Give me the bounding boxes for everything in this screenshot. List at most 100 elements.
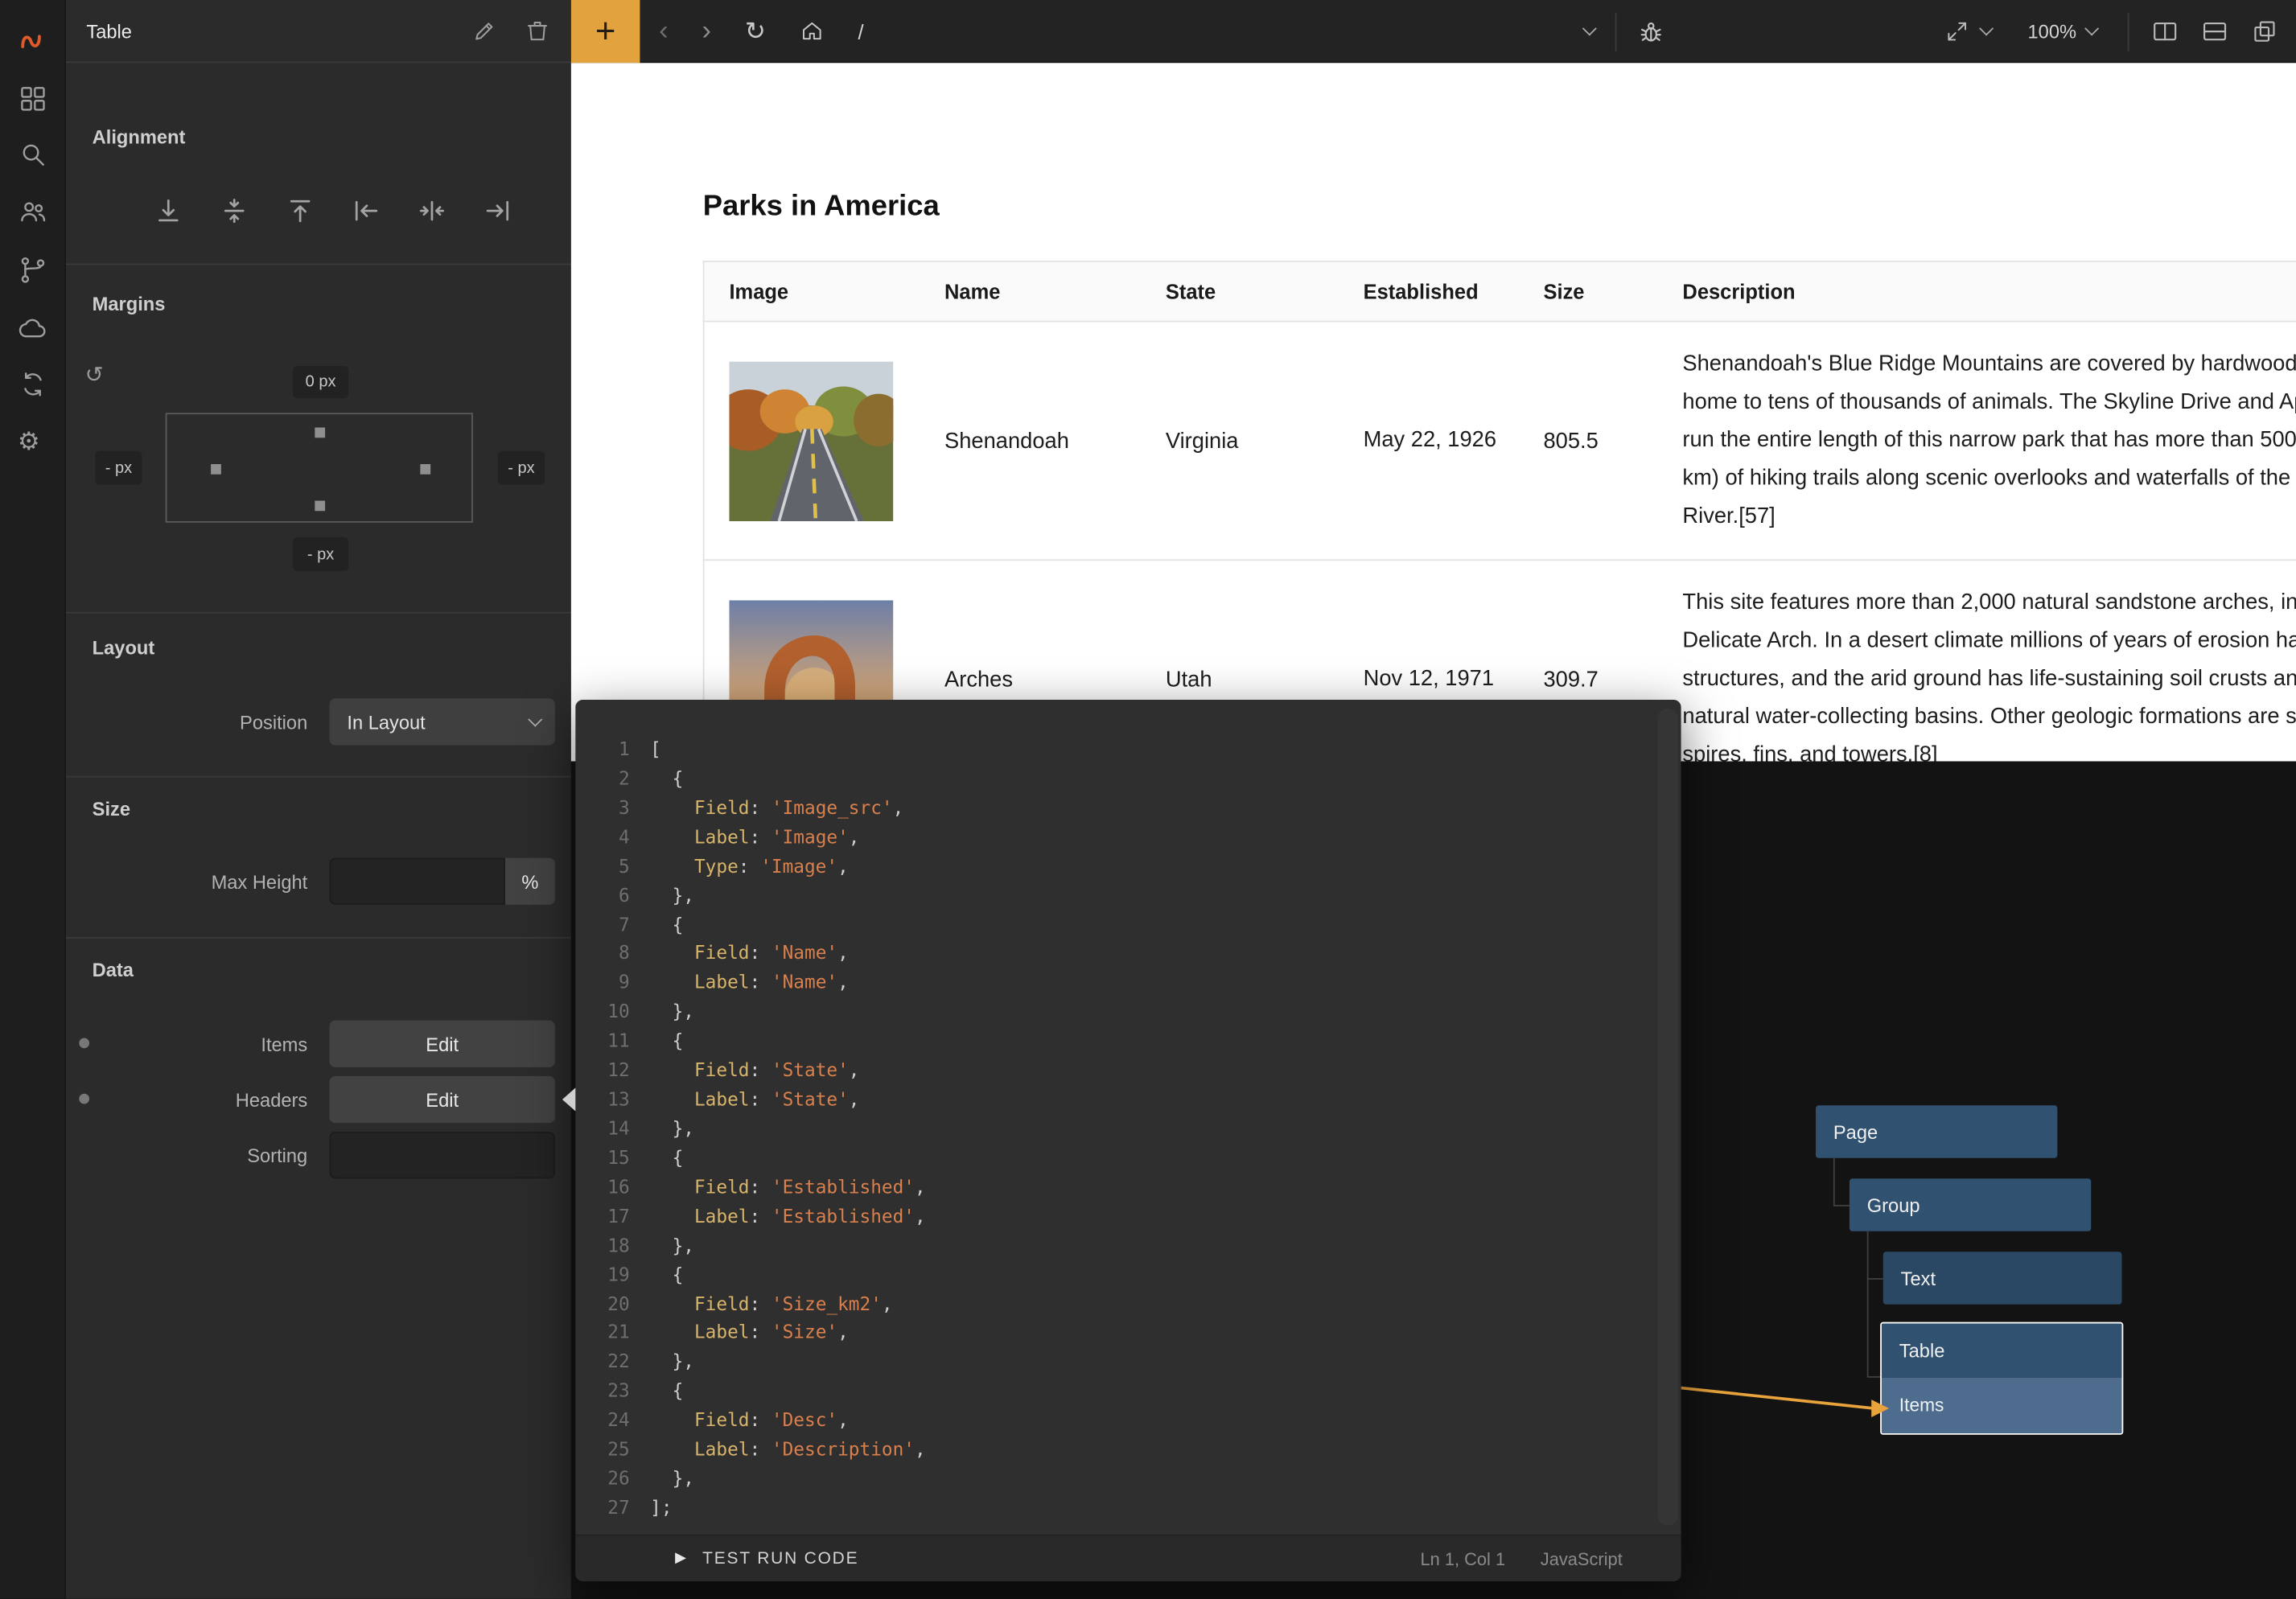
float-windows-icon[interactable] xyxy=(2251,18,2279,46)
rename-pencil-icon[interactable] xyxy=(471,18,498,44)
collaborators-icon[interactable] xyxy=(18,196,48,227)
popup-pointer xyxy=(562,1087,575,1111)
margin-right-value[interactable]: - px xyxy=(498,451,545,485)
description-line: km) of hiking trails along scenic overlo… xyxy=(1682,460,2296,498)
code-lines[interactable]: 1[2 {3 Field: 'Image_src',4 Label: 'Imag… xyxy=(575,700,1681,1535)
breadcrumb-path[interactable]: / xyxy=(858,20,863,43)
sorting-input[interactable] xyxy=(330,1132,555,1178)
description-line: Shenandoah's Blue Ridge Mountains are co… xyxy=(1682,346,2296,384)
section-divider xyxy=(66,937,571,939)
inspector-title: Table xyxy=(86,20,132,42)
page-title: Parks in America xyxy=(703,191,940,224)
viewport-size-button[interactable] xyxy=(1944,19,1991,44)
margin-handle-top[interactable] xyxy=(315,427,325,438)
delete-trash-icon[interactable] xyxy=(525,18,551,44)
max-height-input[interactable] xyxy=(330,858,505,905)
cell-description: Shenandoah's Blue Ridge Mountains are co… xyxy=(1657,346,2296,536)
align-bottom-icon[interactable] xyxy=(154,196,183,225)
node-page[interactable]: Page xyxy=(1816,1105,2057,1158)
settings-gear-icon[interactable]: ⚙ xyxy=(18,427,48,458)
cell-size: 805.5 xyxy=(1519,428,1658,453)
editor-footer: ▶ TEST RUN CODE Ln 1, Col 1 JavaScript xyxy=(575,1535,1681,1581)
icon-rail: ⚙ xyxy=(0,0,66,1599)
components-grid-icon[interactable] xyxy=(18,84,48,114)
chevron-down-icon xyxy=(1979,21,1994,35)
nav-forward-icon[interactable]: › xyxy=(702,15,711,47)
cell-established: Nov 12, 1971 xyxy=(1339,660,1519,698)
alignment-toolbar xyxy=(154,196,512,225)
refresh-icon[interactable]: ↻ xyxy=(745,17,766,46)
position-select[interactable]: In Layout xyxy=(330,698,555,745)
headers-connection-wire xyxy=(1681,1373,1898,1432)
cell-size: 309.7 xyxy=(1519,667,1658,692)
zoom-select[interactable]: 100% xyxy=(2028,20,2097,42)
layout-section-label: Layout xyxy=(93,637,155,659)
split-columns-icon[interactable] xyxy=(2151,18,2179,46)
sync-icon[interactable] xyxy=(18,369,48,400)
debug-bug-icon[interactable] xyxy=(1637,18,1665,46)
tree-connector xyxy=(1833,1158,1835,1205)
table-row: Shenandoah Virginia May 22, 1926 805.5 S… xyxy=(703,322,2296,561)
nav-back-icon[interactable]: ‹ xyxy=(659,15,669,47)
margin-bottom-value[interactable]: - px xyxy=(293,537,348,571)
parks-table[interactable]: Image Name State Established Size Descri… xyxy=(703,261,2296,762)
description-line: structures, and the arid ground has life… xyxy=(1682,660,2296,698)
section-divider xyxy=(66,612,571,614)
headers-label: Headers xyxy=(66,1088,307,1110)
max-height-unit-toggle[interactable]: % xyxy=(505,858,555,905)
page-chevron-down-icon[interactable] xyxy=(1582,21,1597,35)
cell-state: Utah xyxy=(1141,667,1339,692)
align-left-icon[interactable] xyxy=(352,196,381,225)
margin-left-value[interactable]: - px xyxy=(95,451,142,485)
test-run-code-button[interactable]: ▶ TEST RUN CODE xyxy=(675,1550,858,1568)
description-line: River.[57] xyxy=(1682,498,2296,536)
play-icon: ▶ xyxy=(675,1551,688,1567)
node-table-selected[interactable]: Table Items xyxy=(1880,1322,2123,1435)
items-label: Items xyxy=(66,1033,307,1054)
search-icon[interactable] xyxy=(18,139,48,170)
section-divider xyxy=(66,776,571,778)
tree-connector xyxy=(1867,1278,1883,1280)
app-logo-icon[interactable] xyxy=(18,25,48,55)
align-center-icon[interactable] xyxy=(418,196,446,225)
description-line: This site features more than 2,000 natur… xyxy=(1682,584,2296,622)
version-control-icon[interactable] xyxy=(18,255,48,286)
headers-edit-button[interactable]: Edit xyxy=(330,1076,555,1123)
cell-name: Shenandoah xyxy=(920,428,1141,453)
sorting-label: Sorting xyxy=(66,1144,307,1165)
column-header: Name xyxy=(920,280,1141,303)
description-line: run the entire length of this narrow par… xyxy=(1682,421,2296,459)
split-rows-icon[interactable] xyxy=(2201,18,2229,46)
margin-handle-left[interactable] xyxy=(211,464,221,475)
column-header: State xyxy=(1141,280,1339,303)
home-icon[interactable] xyxy=(800,19,825,44)
align-right-icon[interactable] xyxy=(483,196,512,225)
margins-reset-icon[interactable]: ↺ xyxy=(85,362,104,388)
size-section-label: Size xyxy=(93,798,130,820)
cloud-icon[interactable] xyxy=(18,314,48,344)
cell-description: This site features more than 2,000 natur… xyxy=(1657,584,2296,761)
editor-scrollbar[interactable] xyxy=(1657,709,1677,1526)
headers-port-dot[interactable] xyxy=(79,1094,89,1104)
code-editor-popup[interactable]: 1[2 {3 Field: 'Image_src',4 Label: 'Imag… xyxy=(575,700,1681,1581)
align-middle-icon[interactable] xyxy=(220,196,249,225)
park-photo-shenandoah xyxy=(705,361,920,520)
items-edit-button[interactable]: Edit xyxy=(330,1021,555,1067)
margin-top-value[interactable]: 0 px xyxy=(293,366,348,398)
node-group[interactable]: Group xyxy=(1850,1178,2091,1231)
items-port-dot[interactable] xyxy=(79,1038,89,1049)
alignment-section-label: Alignment xyxy=(93,126,186,148)
top-toolbar: + ‹ › ↻ / 100% xyxy=(571,0,2296,63)
column-header: Established xyxy=(1339,273,1519,310)
margin-handle-bottom[interactable] xyxy=(315,501,325,512)
preview-canvas[interactable]: Parks in America Image Name State Establ… xyxy=(571,63,2296,761)
node-text[interactable]: Text xyxy=(1883,1252,2122,1305)
zoom-level: 100% xyxy=(2028,20,2077,42)
add-node-button[interactable]: + xyxy=(571,0,640,63)
column-header: Image xyxy=(705,280,920,303)
margin-handle-right[interactable] xyxy=(420,464,430,475)
node-table-items-port[interactable]: Items xyxy=(1882,1378,2122,1433)
inspector-panel: Table Alignment Margins ↺ 0 px xyxy=(66,0,571,1599)
position-value: In Layout xyxy=(347,711,425,733)
align-top-icon[interactable] xyxy=(286,196,315,225)
